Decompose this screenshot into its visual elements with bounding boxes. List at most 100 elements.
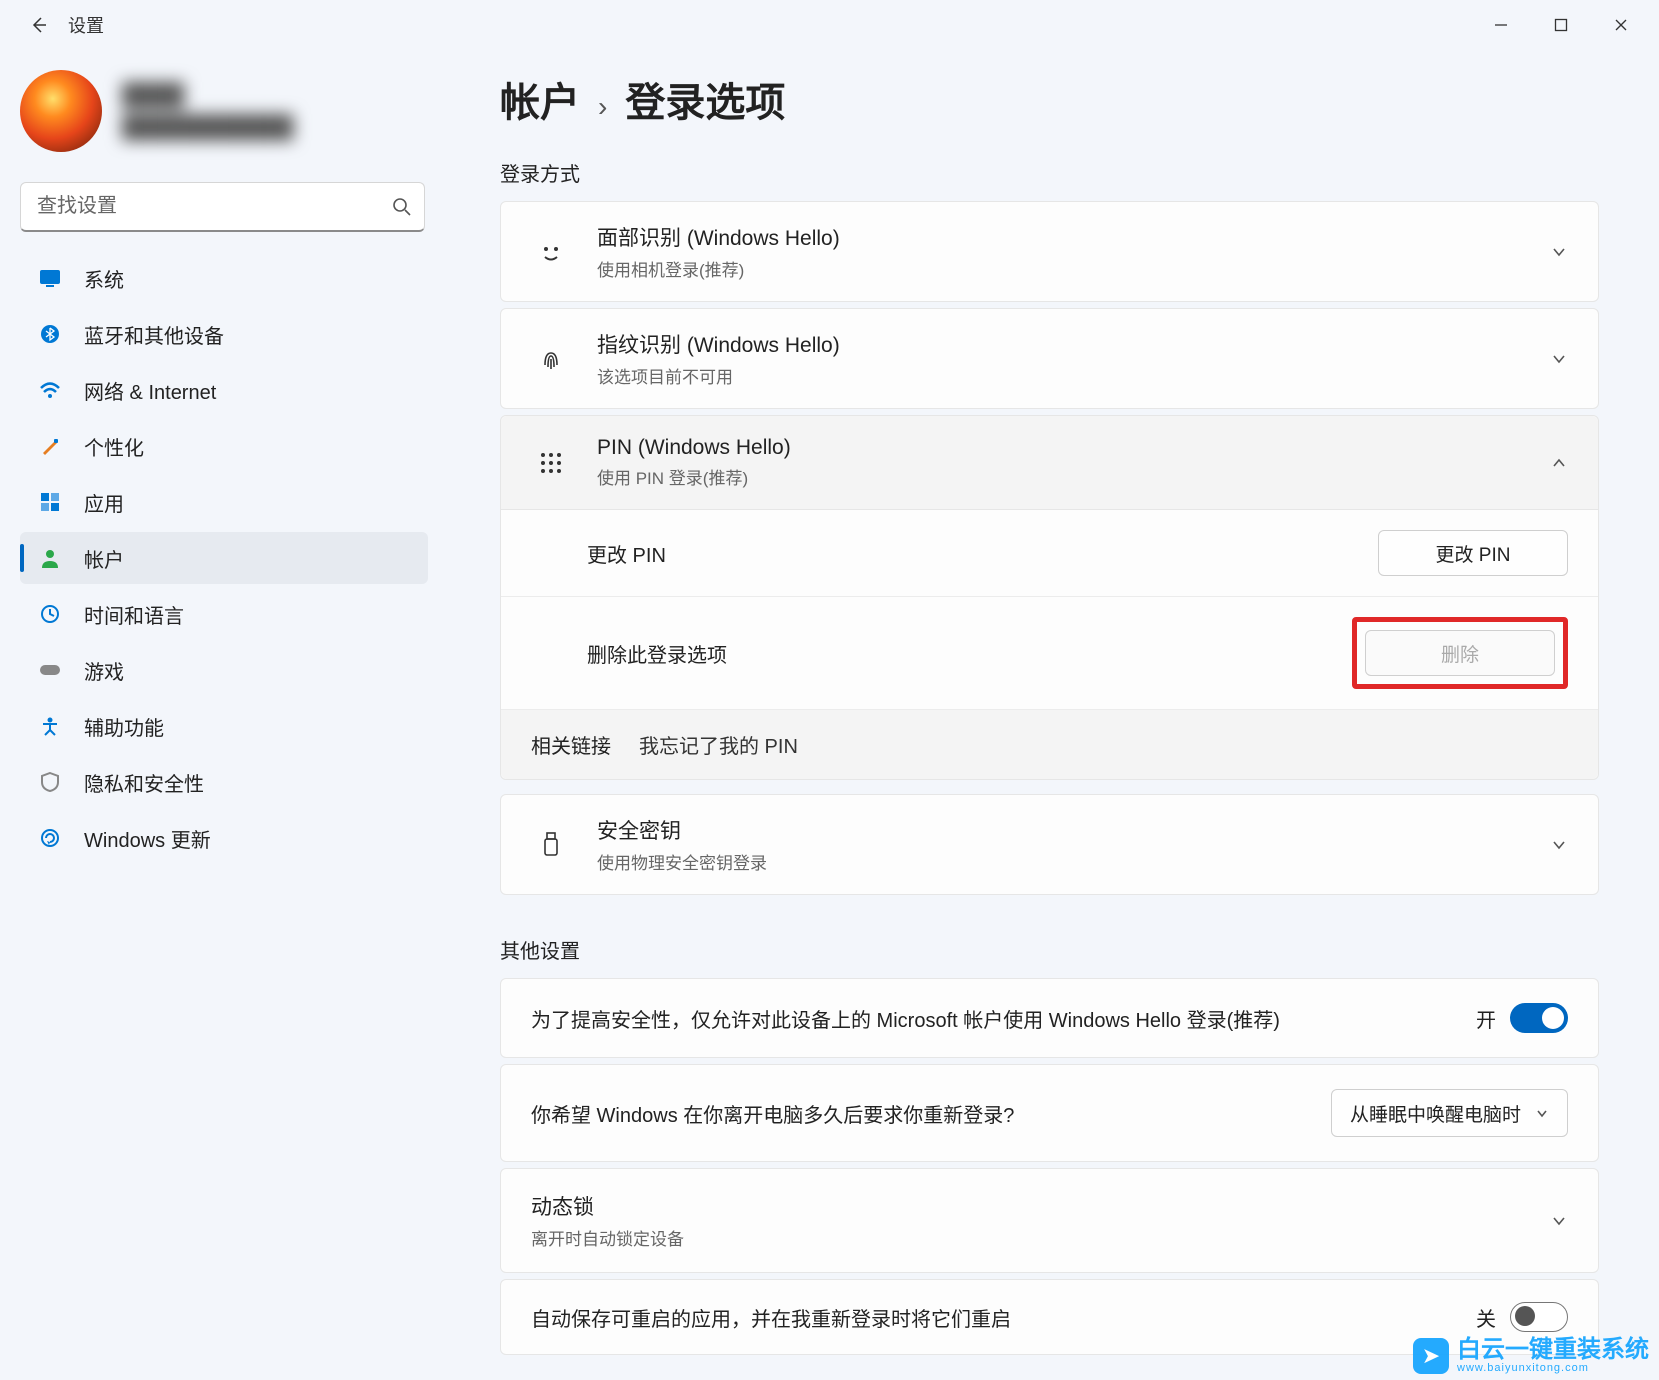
- sidebar-item-privacy[interactable]: 隐私和安全性: [20, 756, 428, 808]
- clock-globe-icon: [38, 602, 62, 626]
- chevron-down-icon: [1550, 1212, 1568, 1230]
- sidebar-item-time-language[interactable]: 时间和语言: [20, 588, 428, 640]
- breadcrumb-root[interactable]: 帐户: [500, 70, 580, 128]
- chevron-down-icon: [1550, 836, 1568, 854]
- user-profile[interactable]: ████ ███████████: [20, 70, 428, 152]
- sidebar-item-network[interactable]: 网络 & Internet: [20, 364, 428, 416]
- breadcrumb-current: 登录选项: [625, 70, 785, 128]
- highlight-annotation: 删除: [1352, 617, 1568, 689]
- pin-remove-row: 删除此登录选项 删除: [501, 597, 1598, 710]
- toggle-state-label: 开: [1476, 1004, 1496, 1033]
- sidebar-item-system[interactable]: 系统: [20, 252, 428, 304]
- sidebar-item-label: 隐私和安全性: [84, 768, 204, 797]
- change-pin-label: 更改 PIN: [587, 539, 666, 568]
- update-icon: [38, 826, 62, 850]
- person-icon: [38, 546, 62, 570]
- display-icon: [38, 266, 62, 290]
- autosave-toggle[interactable]: [1510, 1302, 1568, 1332]
- search-input[interactable]: [20, 182, 425, 232]
- setting-text: 自动保存可重启的应用，并在我重新登录时将它们重启: [531, 1303, 1476, 1332]
- watermark-brand: 白云一键重装系统: [1457, 1338, 1649, 1362]
- option-fingerprint[interactable]: 指纹识别 (Windows Hello) 该选项目前不可用: [500, 308, 1599, 409]
- titlebar: 设置: [0, 0, 1659, 50]
- option-security-key[interactable]: 安全密钥 使用物理安全密钥登录: [500, 794, 1599, 895]
- sidebar-item-label: Windows 更新: [84, 824, 211, 853]
- setting-subtitle: 离开时自动锁定设备: [531, 1225, 1550, 1250]
- option-title: PIN (Windows Hello): [597, 436, 1550, 460]
- sidebar-item-label: 辅助功能: [84, 712, 164, 741]
- setting-text: 为了提高安全性，仅允许对此设备上的 Microsoft 帐户使用 Windows…: [531, 1004, 1476, 1033]
- shield-icon: [38, 770, 62, 794]
- face-icon: [531, 238, 571, 266]
- option-title: 安全密钥: [597, 815, 1550, 845]
- remove-pin-button[interactable]: 删除: [1365, 630, 1555, 676]
- chevron-right-icon: ›: [598, 91, 607, 123]
- reauth-dropdown[interactable]: 从睡眠中唤醒电脑时: [1331, 1089, 1568, 1137]
- chevron-down-icon: [1550, 350, 1568, 368]
- option-face-recognition[interactable]: 面部识别 (Windows Hello) 使用相机登录(推荐): [500, 201, 1599, 302]
- setting-dynamic-lock[interactable]: 动态锁 离开时自动锁定设备: [500, 1168, 1599, 1273]
- sidebar-item-windows-update[interactable]: Windows 更新: [20, 812, 428, 864]
- sidebar-item-personalization[interactable]: 个性化: [20, 420, 428, 472]
- sidebar-item-label: 蓝牙和其他设备: [84, 320, 224, 349]
- sidebar-item-bluetooth[interactable]: 蓝牙和其他设备: [20, 308, 428, 360]
- hello-only-toggle[interactable]: [1510, 1003, 1568, 1033]
- option-subtitle: 该选项目前不可用: [597, 363, 1550, 388]
- sidebar-item-label: 时间和语言: [84, 600, 184, 629]
- apps-icon: [38, 490, 62, 514]
- chevron-up-icon: [1550, 454, 1568, 472]
- search-icon: [392, 197, 412, 217]
- fingerprint-icon: [531, 345, 571, 373]
- close-button[interactable]: [1591, 5, 1651, 45]
- chevron-down-icon: [1535, 1106, 1549, 1120]
- sidebar-item-accessibility[interactable]: 辅助功能: [20, 700, 428, 752]
- sidebar-item-label: 游戏: [84, 656, 124, 685]
- forgot-pin-link[interactable]: 我忘记了我的 PIN: [639, 730, 798, 759]
- sidebar-item-label: 帐户: [84, 544, 124, 573]
- chevron-down-icon: [1550, 243, 1568, 261]
- brush-icon: [38, 434, 62, 458]
- back-button[interactable]: [28, 15, 48, 35]
- user-name: ████: [122, 82, 293, 108]
- minimize-button[interactable]: [1471, 5, 1531, 45]
- remove-pin-label: 删除此登录选项: [587, 639, 727, 668]
- usb-key-icon: [531, 831, 571, 859]
- breadcrumb: 帐户 › 登录选项: [500, 70, 1599, 128]
- bluetooth-icon: [38, 322, 62, 346]
- related-links-label: 相关链接: [531, 730, 611, 759]
- setting-text: 你希望 Windows 在你离开电脑多久后要求你重新登录?: [531, 1099, 1331, 1128]
- watermark-icon: ➤: [1413, 1338, 1449, 1374]
- option-pin: PIN (Windows Hello) 使用 PIN 登录(推荐) 更改 PIN…: [500, 415, 1599, 780]
- nav: 系统 蓝牙和其他设备 网络 & Internet 个性化 应用 帐户: [20, 252, 428, 864]
- main-content: 帐户 › 登录选项 登录方式 面部识别 (Windows Hello) 使用相机…: [440, 50, 1659, 1380]
- maximize-button[interactable]: [1531, 5, 1591, 45]
- sidebar-item-label: 系统: [84, 264, 124, 293]
- related-links-row: 相关链接 我忘记了我的 PIN: [501, 710, 1598, 779]
- sidebar-item-gaming[interactable]: 游戏: [20, 644, 428, 696]
- sidebar-item-accounts[interactable]: 帐户: [20, 532, 428, 584]
- section-signin-methods-label: 登录方式: [500, 158, 1599, 187]
- sidebar-item-label: 网络 & Internet: [84, 376, 216, 405]
- sidebar-item-label: 个性化: [84, 432, 144, 461]
- option-subtitle: 使用相机登录(推荐): [597, 256, 1550, 281]
- watermark: ➤ 白云一键重装系统 www.baiyunxitong.com: [1413, 1338, 1649, 1374]
- avatar: [20, 70, 102, 152]
- setting-hello-only: 为了提高安全性，仅允许对此设备上的 Microsoft 帐户使用 Windows…: [500, 978, 1599, 1058]
- option-title: 指纹识别 (Windows Hello): [597, 329, 1550, 359]
- pin-keypad-icon: [531, 450, 571, 476]
- option-pin-header[interactable]: PIN (Windows Hello) 使用 PIN 登录(推荐): [501, 416, 1598, 510]
- watermark-url: www.baiyunxitong.com: [1457, 1362, 1649, 1374]
- window-title: 设置: [68, 12, 104, 38]
- section-other-settings-label: 其他设置: [500, 935, 1599, 964]
- sidebar: ████ ███████████ 系统 蓝牙和其他设备 网络 & Interne…: [0, 50, 440, 1380]
- gamepad-icon: [38, 658, 62, 682]
- pin-change-row: 更改 PIN 更改 PIN: [501, 510, 1598, 597]
- option-subtitle: 使用物理安全密钥登录: [597, 849, 1550, 874]
- sidebar-item-label: 应用: [84, 488, 124, 517]
- sidebar-item-apps[interactable]: 应用: [20, 476, 428, 528]
- change-pin-button[interactable]: 更改 PIN: [1378, 530, 1568, 576]
- setting-reauth-timeout: 你希望 Windows 在你离开电脑多久后要求你重新登录? 从睡眠中唤醒电脑时: [500, 1064, 1599, 1162]
- option-title: 面部识别 (Windows Hello): [597, 222, 1550, 252]
- wifi-icon: [38, 378, 62, 402]
- toggle-state-label: 关: [1476, 1303, 1496, 1332]
